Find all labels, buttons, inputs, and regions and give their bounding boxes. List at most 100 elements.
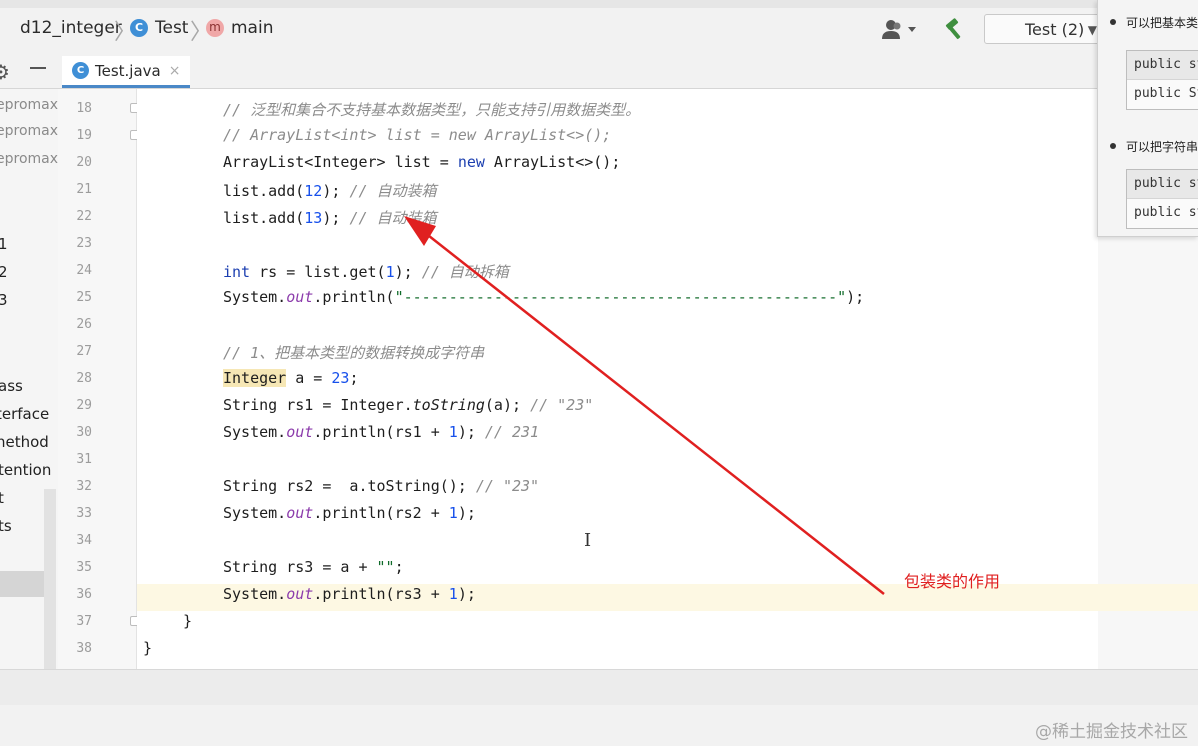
tab-test-java[interactable]: C Test.java ×	[62, 56, 190, 88]
code-token: .println(rs2 +	[313, 504, 449, 522]
code-keyword: int	[223, 263, 251, 281]
run-configuration-label: Test (2)	[1025, 20, 1085, 39]
code-comment: // 自动装箱	[349, 209, 437, 227]
breadcrumb-method-label: main	[231, 18, 274, 38]
line-number: 32	[76, 479, 92, 494]
line-number: 19	[76, 128, 92, 143]
code-field: out	[286, 585, 314, 603]
line-number: 22	[76, 209, 92, 224]
line-number: 27	[76, 344, 92, 359]
code-token: );	[457, 423, 485, 441]
code-line-29: String rs1 = Integer.toString(a); // "23…	[223, 396, 593, 414]
code-token: ArrayList<>();	[484, 153, 621, 171]
code-line-19: // ArrayList<int> list = new ArrayList<>…	[223, 126, 611, 144]
hammer-icon[interactable]	[942, 16, 968, 42]
class-icon: C	[130, 19, 148, 37]
code-field: out	[286, 504, 314, 522]
code-token: System.	[223, 504, 287, 522]
code-token: ;	[394, 558, 404, 576]
code-token: );	[322, 182, 350, 200]
project-item[interactable]: epromax	[0, 123, 58, 143]
project-item[interactable]: ts	[0, 517, 12, 537]
breadcrumb-method[interactable]: m main	[206, 16, 273, 40]
code-comment: // "23"	[475, 477, 540, 495]
title-strip	[0, 0, 1198, 8]
code-token: );	[394, 263, 422, 281]
project-item[interactable]: 2	[0, 263, 8, 283]
line-number-gutter[interactable]: 18 19 20 21 22 23 24 25 26 27 28 29 30 3…	[58, 89, 140, 669]
code-number: 1	[448, 423, 458, 441]
code-token: );	[846, 288, 865, 306]
code-line-27: // 1、把基本类型的数据转换成字符串	[223, 342, 484, 363]
code-token: );	[322, 209, 350, 227]
line-number: 21	[76, 182, 92, 197]
line-number: 20	[76, 155, 92, 170]
code-token: rs = list.get(	[250, 263, 386, 281]
popup-code-box: public stat public Strin	[1126, 50, 1198, 110]
line-number: 29	[76, 398, 92, 413]
project-item[interactable]: terface	[0, 405, 49, 425]
code-line-36: System.out.println(rs3 + 1);	[223, 585, 476, 603]
chevron-down-icon: ▼	[1087, 23, 1097, 37]
code-comment: // 自动装箱	[349, 182, 437, 200]
project-item[interactable]: epromax	[0, 97, 58, 117]
code-line-35: String rs3 = a + "";	[223, 558, 404, 576]
code-string: "---------------------------------------…	[394, 288, 847, 306]
minimize-icon[interactable]	[30, 67, 46, 69]
breadcrumb-module-label: d12_integer	[20, 18, 122, 38]
code-comment: // ArrayList<int> list = new ArrayList<>…	[223, 126, 612, 144]
code-number: 1	[448, 504, 458, 522]
annotation-label: 包装类的作用	[904, 572, 1001, 591]
code-line-38: }	[143, 639, 153, 657]
user-icon[interactable]	[880, 18, 920, 40]
code-token: ArrayList<Integer> list =	[223, 153, 458, 171]
project-item[interactable]: nethod	[0, 433, 49, 453]
breadcrumb-class[interactable]: C Test	[130, 16, 188, 40]
code-comment: // 自动拆箱	[421, 263, 509, 281]
line-number: 26	[76, 317, 92, 332]
code-number: 1	[448, 585, 458, 603]
code-line-32: String rs2 = a.toString(); // "23"	[223, 477, 539, 495]
popup-code-row: public stat	[1134, 205, 1198, 220]
breadcrumb-module[interactable]: d12_integer	[20, 16, 122, 40]
code-number: 12	[304, 182, 323, 200]
code-token: );	[457, 585, 476, 603]
code-line-30: System.out.println(rs1 + 1); // 231	[223, 423, 539, 441]
project-item[interactable]: 1	[0, 235, 8, 255]
project-item[interactable]: epromax	[0, 151, 58, 171]
project-panel: epromax epromax epromax 1 2 3 ass terfac…	[0, 89, 59, 669]
code-token: list.add(	[223, 209, 305, 227]
project-item[interactable]: 3	[0, 291, 8, 311]
code-token: System.	[223, 288, 287, 306]
code-line-33: System.out.println(rs2 + 1);	[223, 504, 476, 522]
line-number: 38	[76, 641, 92, 656]
code-token: String rs1 = Integer.	[223, 396, 413, 414]
popup-code-row: public Strin	[1134, 86, 1198, 101]
project-item[interactable]: ass	[0, 377, 23, 397]
popup-text: 可以把基本类	[1126, 16, 1198, 30]
breadcrumb-class-label: Test	[155, 18, 189, 38]
code-highlighted-type: Integer	[223, 369, 287, 387]
code-token: a =	[286, 369, 332, 387]
project-item[interactable]: t	[0, 489, 4, 509]
close-icon[interactable]: ×	[169, 63, 181, 79]
code-comment: // 1、把基本类型的数据转换成字符串	[223, 344, 485, 362]
code-line-28: Integer a = 23;	[223, 369, 358, 387]
line-number: 34	[76, 533, 92, 548]
code-line-24: int rs = list.get(1); // 自动拆箱	[223, 261, 509, 282]
code-line-22: list.add(13); // 自动装箱	[223, 207, 437, 228]
code-token: (a);	[484, 396, 531, 414]
project-scrollbar[interactable]	[44, 489, 56, 669]
code-line-37: }	[183, 612, 193, 630]
tab-label: Test.java	[95, 61, 161, 80]
popup-code-box: public stat public stat	[1126, 169, 1198, 229]
code-number: 1	[385, 263, 395, 281]
line-number: 24	[76, 263, 92, 278]
popup-code-row: public stat	[1127, 170, 1198, 199]
code-token: String rs3 = a +	[223, 558, 377, 576]
project-item[interactable]: tention	[0, 461, 51, 481]
code-token: .println(rs3 +	[313, 585, 449, 603]
code-static-method: toString	[412, 396, 485, 414]
gear-icon[interactable]: ⚙	[0, 60, 10, 84]
run-configuration-select[interactable]: Test (2) ▼	[984, 14, 1104, 44]
